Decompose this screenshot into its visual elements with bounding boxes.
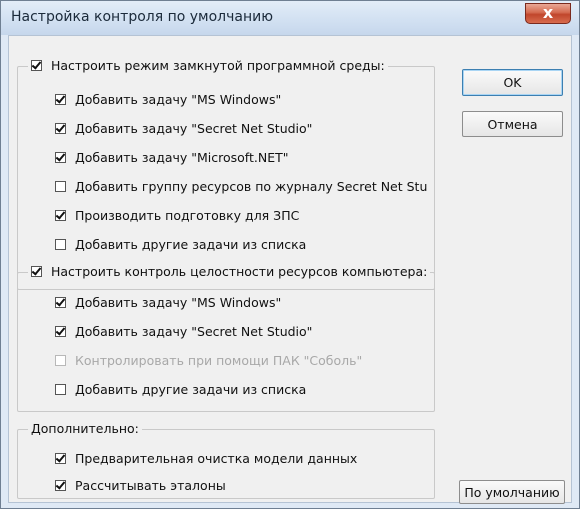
defaults-button[interactable]: По умолчанию <box>459 480 565 504</box>
g2-item-3[interactable]: Добавить другие задачи из списка <box>55 382 433 397</box>
checkbox[interactable] <box>55 453 66 464</box>
group1-label: Настроить режим замкнутой программной ср… <box>51 58 385 73</box>
checkbox-label: Добавить задачу "Microsoft.NET" <box>75 150 289 165</box>
cancel-button[interactable]: Отмена <box>462 111 563 137</box>
g1-item-0[interactable]: Добавить задачу "MS Windows" <box>55 92 433 107</box>
checkbox-label: Предварительная очистка модели данных <box>75 451 358 466</box>
checkbox <box>55 355 66 366</box>
group3-label: Дополнительно: <box>31 421 139 436</box>
checkbox[interactable] <box>55 123 66 134</box>
checkbox-label: Добавить группу ресурсов по журналу Secr… <box>75 179 428 194</box>
g2-item-0[interactable]: Добавить задачу "MS Windows" <box>55 295 433 310</box>
checkbox[interactable] <box>55 326 66 337</box>
checkbox-label: Контролировать при помощи ПАК "Соболь" <box>75 353 363 368</box>
checkbox[interactable] <box>55 297 66 308</box>
checkbox-label: Рассчитывать эталоны <box>75 478 226 493</box>
checkbox-label: Добавить задачу "MS Windows" <box>75 92 282 107</box>
g2-item-2: Контролировать при помощи ПАК "Соболь" <box>55 353 433 368</box>
group-additional: Дополнительно: Предварительная очистка м… <box>17 421 435 499</box>
close-button[interactable]: x <box>525 3 571 24</box>
group1-checkbox[interactable] <box>31 60 42 71</box>
group2-label: Настроить контроль целостности ресурсов … <box>51 264 428 279</box>
checkbox[interactable] <box>55 94 66 105</box>
dialog-window: Настройка контроля по умолчанию x Настро… <box>0 0 580 509</box>
checkbox[interactable] <box>55 239 66 250</box>
checkbox-label: Добавить другие задачи из списка <box>75 237 307 252</box>
checkbox-label: Добавить задачу "Secret Net Studio" <box>75 121 313 136</box>
g1-item-3[interactable]: Добавить группу ресурсов по журналу Secr… <box>55 179 433 194</box>
checkbox[interactable] <box>55 480 66 491</box>
checkbox[interactable] <box>55 181 66 192</box>
checkbox-label: Добавить задачу "MS Windows" <box>75 295 282 310</box>
title-bar[interactable]: Настройка контроля по умолчанию x <box>1 1 579 35</box>
group2-checkbox[interactable] <box>31 266 42 277</box>
group2-header[interactable]: Настроить контроль целостности ресурсов … <box>28 264 431 279</box>
close-icon: x <box>542 3 554 22</box>
group3-header: Дополнительно: <box>28 421 142 436</box>
group-closed-software-env: Настроить режим замкнутой программной ср… <box>17 58 435 290</box>
dialog-body: Настроить режим замкнутой программной ср… <box>8 35 572 504</box>
checkbox[interactable] <box>55 210 66 221</box>
ok-button[interactable]: OK <box>462 69 563 96</box>
checkbox-label: Добавить другие задачи из списка <box>75 382 307 397</box>
g1-item-5[interactable]: Добавить другие задачи из списка <box>55 237 433 252</box>
window-title: Настройка контроля по умолчанию <box>11 9 274 25</box>
g3-item-1[interactable]: Рассчитывать эталоны <box>55 478 433 493</box>
g1-item-4[interactable]: Производить подготовку для ЗПС <box>55 208 433 223</box>
g1-item-1[interactable]: Добавить задачу "Secret Net Studio" <box>55 121 433 136</box>
checkbox[interactable] <box>55 384 66 395</box>
checkbox[interactable] <box>55 152 66 163</box>
g3-item-0[interactable]: Предварительная очистка модели данных <box>55 451 433 466</box>
group1-header[interactable]: Настроить режим замкнутой программной ср… <box>28 58 388 73</box>
g2-item-1[interactable]: Добавить задачу "Secret Net Studio" <box>55 324 433 339</box>
g1-item-2[interactable]: Добавить задачу "Microsoft.NET" <box>55 150 433 165</box>
group-integrity-control: Настроить контроль целостности ресурсов … <box>17 264 435 412</box>
checkbox-label: Производить подготовку для ЗПС <box>75 208 300 223</box>
checkbox-label: Добавить задачу "Secret Net Studio" <box>75 324 313 339</box>
